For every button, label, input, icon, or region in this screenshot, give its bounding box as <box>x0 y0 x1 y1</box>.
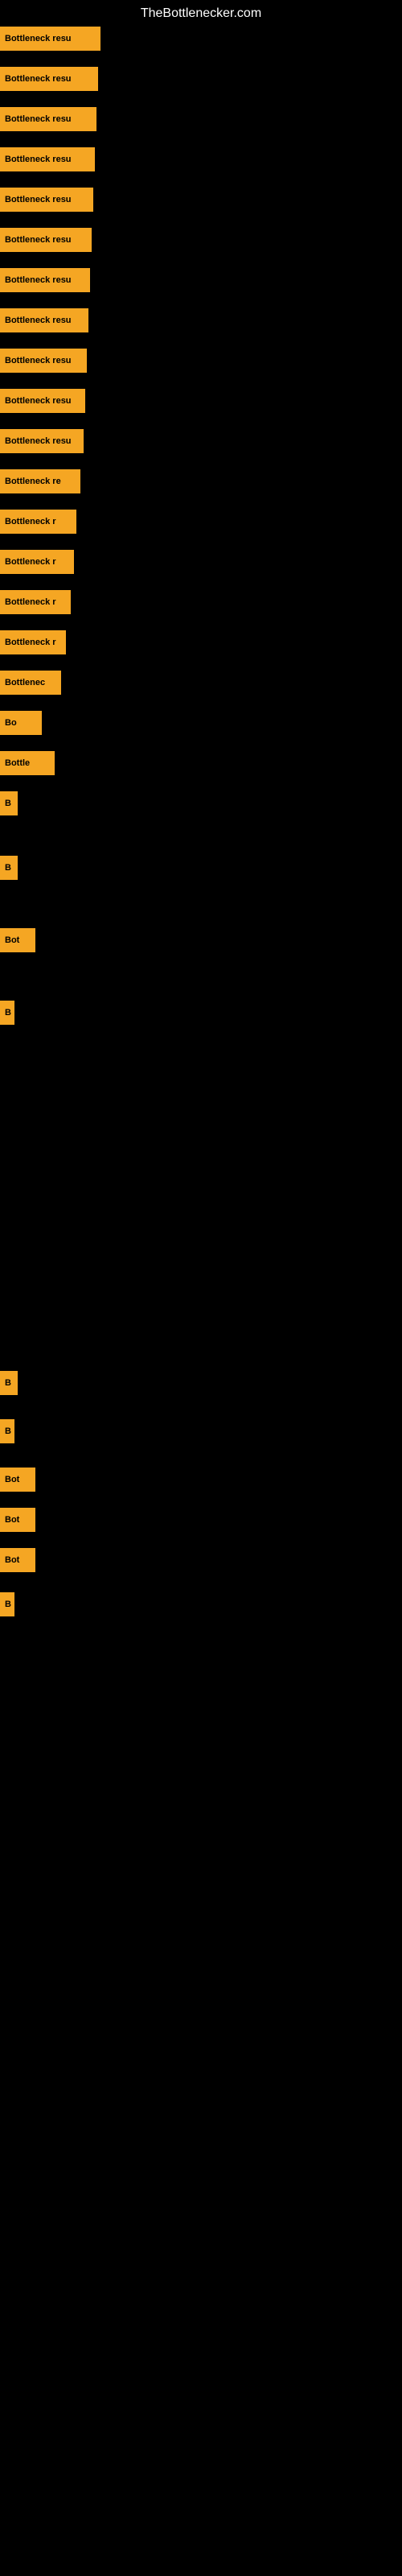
bar-item: Bot <box>0 1465 35 1494</box>
bar-item: Bottleneck r <box>0 547 74 576</box>
bar-item: Bottleneck resu <box>0 427 84 456</box>
bar-item: B <box>0 1417 14 1446</box>
bar-label: B <box>0 791 18 815</box>
bar-label: Bottleneck resu <box>0 27 100 51</box>
bar-label: Bottleneck resu <box>0 268 90 292</box>
bar-label: Bot <box>0 1548 35 1572</box>
bar-label: Bottleneck resu <box>0 107 96 131</box>
bar-item: Bottleneck resu <box>0 266 90 295</box>
bar-item: Bottleneck resu <box>0 105 96 134</box>
bar-label: Bottleneck resu <box>0 349 87 373</box>
bar-label: Bottleneck r <box>0 550 74 574</box>
bar-label: Bottleneck resu <box>0 308 88 332</box>
bar-item: Bottleneck resu <box>0 64 98 93</box>
bar-item: Bottle <box>0 749 55 778</box>
bar-item: Bottleneck resu <box>0 306 88 335</box>
bar-label: Bottle <box>0 751 55 775</box>
bar-item: Bottleneck resu <box>0 24 100 53</box>
bar-label: Bottleneck r <box>0 510 76 534</box>
bar-label: B <box>0 856 18 880</box>
bar-label: Bottleneck resu <box>0 228 92 252</box>
bar-label: Bottleneck resu <box>0 67 98 91</box>
bar-label: Bo <box>0 711 42 735</box>
bar-item: Bottleneck resu <box>0 225 92 254</box>
bar-item: B <box>0 1368 18 1397</box>
bar-item: Bottlenec <box>0 668 61 697</box>
bar-label: Bottlenec <box>0 671 61 695</box>
bar-item: B <box>0 998 14 1027</box>
bar-item: Bottleneck r <box>0 628 66 657</box>
bar-item: B <box>0 853 18 882</box>
bar-item: Bottleneck r <box>0 588 71 617</box>
bar-item: Bot <box>0 1505 35 1534</box>
bar-item: Bottleneck r <box>0 507 76 536</box>
bar-label: Bottleneck r <box>0 590 71 614</box>
bar-item: Bottleneck resu <box>0 145 95 174</box>
bar-item: Bot <box>0 1546 35 1575</box>
bar-item: Bot <box>0 926 35 955</box>
bar-item: Bottleneck re <box>0 467 80 496</box>
bar-item: Bottleneck resu <box>0 185 93 214</box>
bar-label: B <box>0 1592 14 1616</box>
bar-label: Bot <box>0 1468 35 1492</box>
bar-label: Bottleneck resu <box>0 188 93 212</box>
bar-label: B <box>0 1419 14 1443</box>
bar-label: Bot <box>0 1508 35 1532</box>
bar-label: Bottleneck r <box>0 630 66 654</box>
bar-label: Bottleneck resu <box>0 147 95 171</box>
bar-label: B <box>0 1001 14 1025</box>
bar-label: Bottleneck re <box>0 469 80 493</box>
bar-item: B <box>0 1590 14 1619</box>
bar-item: B <box>0 789 18 818</box>
bar-item: Bottleneck resu <box>0 346 87 375</box>
bar-label: Bottleneck resu <box>0 429 84 453</box>
bar-item: Bo <box>0 708 42 737</box>
site-title: TheBottlenecker.com <box>0 0 402 27</box>
bar-label: Bottleneck resu <box>0 389 85 413</box>
bar-label: B <box>0 1371 18 1395</box>
bar-item: Bottleneck resu <box>0 386 85 415</box>
bar-label: Bot <box>0 928 35 952</box>
